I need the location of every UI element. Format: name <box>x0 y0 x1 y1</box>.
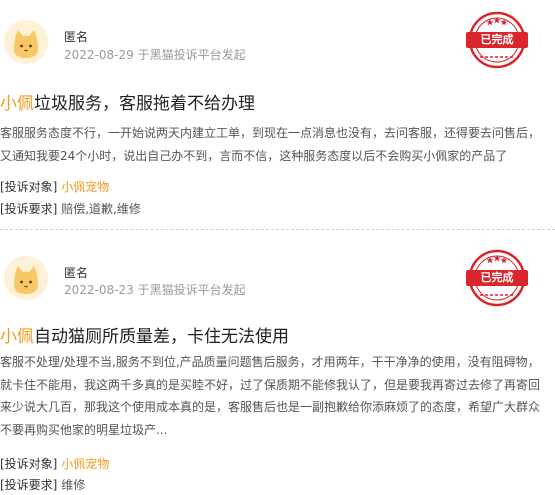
post-platform: 于黑猫投诉平台发起 <box>137 48 246 62</box>
author-name: 匿名 <box>64 30 89 44</box>
title-brand[interactable]: 小佩 <box>0 327 34 347</box>
complaint-title[interactable]: 小佩自动猫厕所质量差，卡住无法使用 <box>0 322 289 347</box>
post-platform: 于黑猫投诉平台发起 <box>137 283 246 297</box>
post-meta: 2022-08-23 于黑猫投诉平台发起 <box>64 281 246 298</box>
completed-stamp-icon: 已完成 <box>464 10 530 70</box>
target-link[interactable]: 小佩宠物 <box>61 180 109 194</box>
stamp-label: 已完成 <box>480 271 514 284</box>
complaint-request: [投诉要求] 赔偿,道歉,维修 <box>0 200 141 217</box>
complaint-request: [投诉要求] 维修 <box>0 476 85 493</box>
request-value: 赔偿,道歉,维修 <box>61 202 141 216</box>
post-meta: 2022-08-29 于黑猫投诉平台发起 <box>64 46 246 63</box>
request-label: [投诉要求] <box>0 202 58 216</box>
request-value: 维修 <box>61 478 86 492</box>
target-link[interactable]: 小佩宠物 <box>61 457 109 471</box>
title-brand[interactable]: 小佩 <box>0 94 34 114</box>
title-text[interactable]: 自动猫厕所质量差，卡住无法使用 <box>34 327 289 347</box>
complaint-card[interactable]: 匿名 2022-08-23 于黑猫投诉平台发起 已完成 小佩自动猫厕所质量差，卡… <box>0 236 555 495</box>
author-name: 匿名 <box>64 266 89 280</box>
cat-avatar-icon <box>4 20 48 64</box>
complaint-body[interactable]: 客服服务态度不行，一开始说两天内建立工单，到现在一点消息也没有，去问客服，还得要… <box>0 122 545 167</box>
complaint-card[interactable]: 匿名 2022-08-29 于黑猫投诉平台发起 已完成 小佩垃圾服务，客服拖着不… <box>0 0 555 226</box>
post-date: 2022-08-29 <box>64 48 134 62</box>
complaint-body[interactable]: 客服不处理/处理不当,服务不到位,产品质量问题售后服务，才用两年，干干净净的使用… <box>0 351 545 441</box>
target-label: [投诉对象] <box>0 180 58 194</box>
complaint-title[interactable]: 小佩垃圾服务，客服拖着不给办理 <box>0 89 255 114</box>
title-text[interactable]: 垃圾服务，客服拖着不给办理 <box>34 94 255 114</box>
cat-avatar-icon <box>4 256 48 300</box>
completed-stamp-icon: 已完成 <box>464 248 530 308</box>
stamp-label: 已完成 <box>480 33 514 46</box>
target-label: [投诉对象] <box>0 457 58 471</box>
complaint-target: [投诉对象] 小佩宠物 <box>0 455 109 472</box>
complaint-target: [投诉对象] 小佩宠物 <box>0 178 109 195</box>
request-label: [投诉要求] <box>0 478 58 492</box>
post-date: 2022-08-23 <box>64 283 134 297</box>
card-divider <box>0 229 555 230</box>
